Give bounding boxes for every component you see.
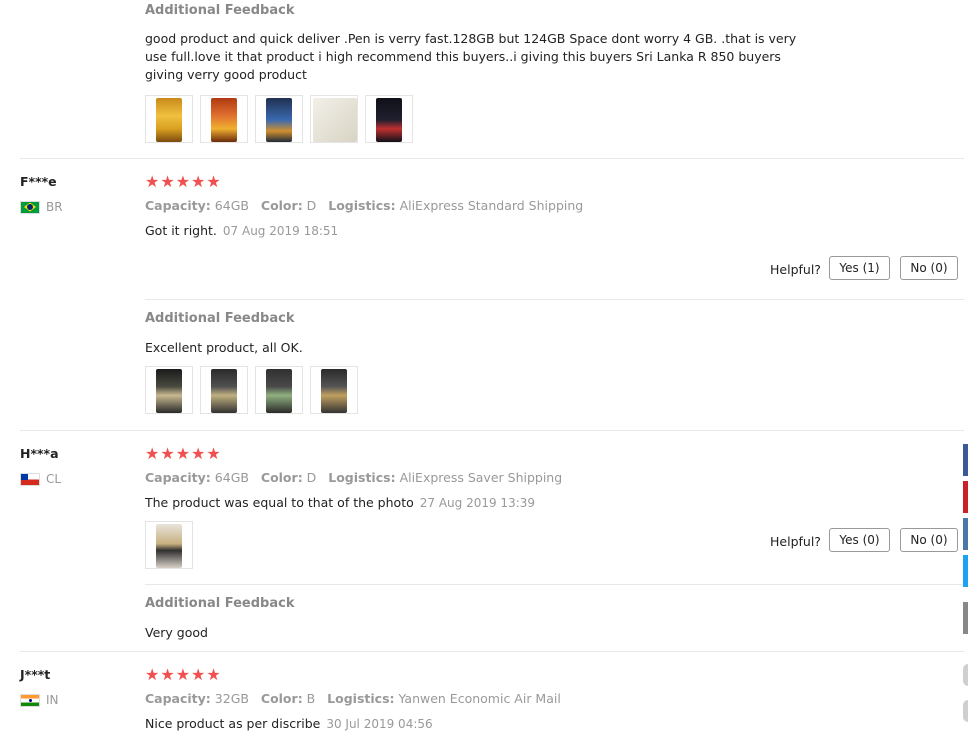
additional-feedback-text: Excellent product, all OK. bbox=[145, 340, 303, 355]
review-photo[interactable] bbox=[145, 521, 193, 569]
feedback-photo[interactable] bbox=[310, 95, 358, 143]
reviewer-country: CL bbox=[20, 472, 61, 486]
pinterest-share-tab[interactable] bbox=[963, 481, 968, 513]
helpful-no-button[interactable]: No (0) bbox=[900, 528, 958, 552]
chile-flag-icon bbox=[20, 472, 40, 486]
vk-share-tab[interactable] bbox=[963, 518, 968, 550]
reviewer-country: IN bbox=[20, 693, 59, 707]
more-share-tab[interactable] bbox=[963, 602, 968, 634]
country-code: CL bbox=[46, 472, 62, 486]
color-value: B bbox=[306, 691, 316, 706]
feedback-button[interactable] bbox=[963, 700, 968, 722]
review-divider bbox=[20, 430, 964, 431]
additional-feedback-title: Additional Feedback bbox=[145, 596, 295, 611]
india-flag-icon bbox=[20, 693, 40, 707]
additional-feedback-title: Additional Feedback bbox=[145, 311, 295, 326]
additional-feedback-title: Additional Feedback bbox=[145, 3, 295, 18]
feedback-photo[interactable] bbox=[255, 95, 303, 143]
review-text-row: The product was equal to that of the pho… bbox=[145, 494, 535, 512]
feedback-photo[interactable] bbox=[200, 366, 248, 414]
review-date: 07 Aug 2019 18:51 bbox=[222, 224, 339, 238]
facebook-share-tab[interactable] bbox=[963, 444, 968, 476]
logistics-value: AliExpress Saver Shipping bbox=[399, 470, 563, 485]
feedback-divider bbox=[145, 299, 964, 300]
color-label: Color: bbox=[260, 470, 303, 485]
country-code: BR bbox=[46, 200, 63, 214]
twitter-share-tab[interactable] bbox=[963, 555, 968, 587]
reviewer-country: BR bbox=[20, 200, 63, 214]
feedback-divider bbox=[145, 584, 964, 585]
helpful-no-button[interactable]: No (0) bbox=[900, 256, 958, 280]
review-text-row: Got it right. 07 Aug 2019 18:51 bbox=[145, 222, 338, 240]
helpful-yes-button[interactable]: Yes (0) bbox=[829, 528, 890, 552]
logistics-label: Logistics: bbox=[328, 198, 396, 213]
country-code: IN bbox=[46, 693, 59, 707]
order-info: Capacity: 32GB Color: B Logistics: Yanwe… bbox=[145, 691, 561, 706]
capacity-label: Capacity: bbox=[145, 198, 211, 213]
capacity-value: 64GB bbox=[214, 198, 249, 213]
feedback-photo[interactable] bbox=[200, 95, 248, 143]
logistics-label: Logistics: bbox=[328, 470, 396, 485]
feedback-photo[interactable] bbox=[365, 95, 413, 143]
rating-stars: ★★★★★ bbox=[145, 172, 222, 191]
review-divider bbox=[20, 651, 964, 652]
capacity-label: Capacity: bbox=[145, 691, 211, 706]
color-label: Color: bbox=[260, 198, 303, 213]
logistics-label: Logistics: bbox=[327, 691, 395, 706]
color-label: Color: bbox=[260, 691, 303, 706]
capacity-value: 32GB bbox=[214, 691, 249, 706]
scroll-top-button[interactable] bbox=[963, 664, 968, 686]
review-text: Nice product as per discribe bbox=[145, 716, 321, 731]
feedback-photo[interactable] bbox=[145, 95, 193, 143]
review-divider bbox=[20, 158, 964, 159]
additional-feedback-text: Very good bbox=[145, 625, 208, 640]
review-text: Got it right. bbox=[145, 223, 217, 238]
review-text-row: Nice product as per discribe 30 Jul 2019 … bbox=[145, 715, 433, 733]
capacity-label: Capacity: bbox=[145, 470, 211, 485]
feedback-photo[interactable] bbox=[310, 366, 358, 414]
review-text: The product was equal to that of the pho… bbox=[145, 495, 414, 510]
reviewer-name: J***t bbox=[20, 667, 51, 682]
review-date: 30 Jul 2019 04:56 bbox=[326, 717, 433, 731]
capacity-value: 64GB bbox=[214, 470, 249, 485]
helpful-label: Helpful? bbox=[770, 262, 821, 277]
logistics-value: AliExpress Standard Shipping bbox=[399, 198, 584, 213]
reviewer-name: H***a bbox=[20, 446, 59, 461]
order-info: Capacity: 64GB Color: D Logistics: AliEx… bbox=[145, 198, 583, 213]
color-value: D bbox=[306, 470, 317, 485]
reviewer-name: F***e bbox=[20, 174, 57, 189]
order-info: Capacity: 64GB Color: D Logistics: AliEx… bbox=[145, 470, 562, 485]
feedback-photo[interactable] bbox=[145, 366, 193, 414]
helpful-yes-button[interactable]: Yes (1) bbox=[829, 256, 890, 280]
feedback-photo[interactable] bbox=[255, 366, 303, 414]
helpful-label: Helpful? bbox=[770, 534, 821, 549]
additional-feedback-text: good product and quick deliver .Pen is v… bbox=[145, 31, 797, 82]
brazil-flag-icon bbox=[20, 200, 40, 214]
rating-stars: ★★★★★ bbox=[145, 665, 222, 684]
rating-stars: ★★★★★ bbox=[145, 444, 222, 463]
logistics-value: Yanwen Economic Air Mail bbox=[398, 691, 561, 706]
color-value: D bbox=[306, 198, 317, 213]
review-date: 27 Aug 2019 13:39 bbox=[419, 496, 536, 510]
